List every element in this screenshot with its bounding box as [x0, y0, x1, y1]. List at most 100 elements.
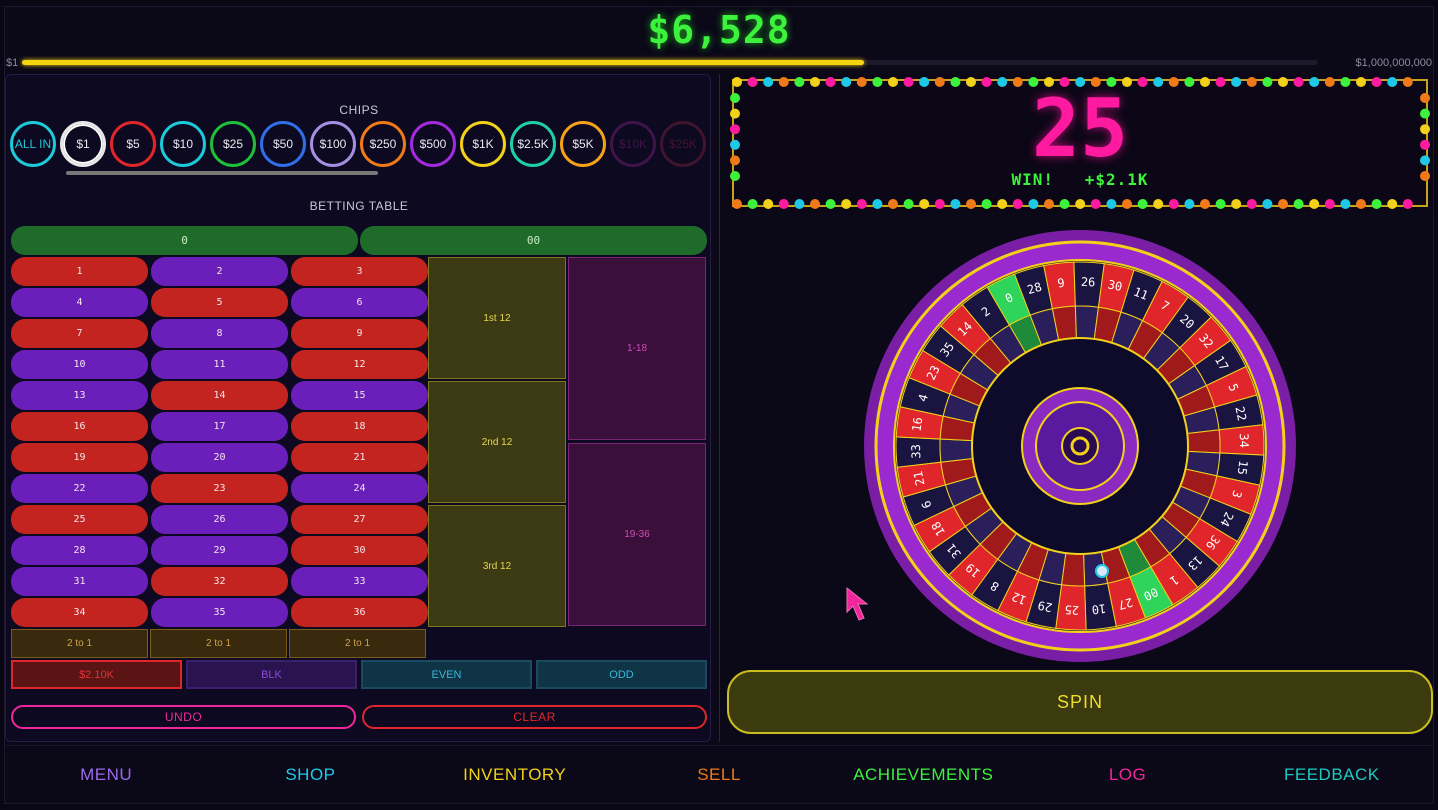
bet-number-36[interactable]: 36: [291, 598, 428, 627]
bet-column-3[interactable]: 2 to 1: [289, 629, 426, 658]
betting-table-title: BETTING TABLE: [309, 199, 409, 213]
pointer-cursor-icon: [846, 586, 869, 621]
clear-button[interactable]: CLEAR: [362, 705, 707, 729]
nav-inventory[interactable]: INVENTORY: [413, 746, 617, 804]
wheel-number-label: 22: [1232, 405, 1249, 422]
bet-number-25[interactable]: 25: [11, 505, 148, 534]
panel-divider: [719, 74, 720, 742]
wheel-number-label: 29: [1036, 598, 1053, 615]
bet-number-12[interactable]: 12: [291, 350, 428, 379]
bet-number-34[interactable]: 34: [11, 598, 148, 627]
bet-number-15[interactable]: 15: [291, 381, 428, 410]
marquee-bulb: [888, 199, 898, 209]
bet-2nd-12[interactable]: 2nd 12: [428, 381, 566, 503]
bet-19-36[interactable]: 19-36: [568, 443, 706, 626]
bet-number-29[interactable]: 29: [151, 536, 288, 565]
bet-number-22[interactable]: 22: [11, 474, 148, 503]
marquee-bulb: [1324, 199, 1335, 209]
zero-row: 0 00: [11, 226, 707, 255]
bet-number-14[interactable]: 14: [151, 381, 288, 410]
marquee-bulb: [1137, 199, 1148, 209]
bet-number-16[interactable]: 16: [11, 412, 148, 441]
bet-number-10[interactable]: 10: [11, 350, 148, 379]
chip-250[interactable]: $250: [360, 121, 406, 167]
bet-number-28[interactable]: 28: [11, 536, 148, 565]
bet-blk[interactable]: BLK: [186, 660, 357, 689]
wheel-inner-pocket: [1186, 429, 1221, 454]
nav-feedback[interactable]: FEEDBACK: [1230, 746, 1434, 804]
bet-number-5[interactable]: 5: [151, 288, 288, 317]
bet-number-27[interactable]: 27: [291, 505, 428, 534]
bet-number-1[interactable]: 1: [11, 257, 148, 286]
bet-column-1[interactable]: 2 to 1: [11, 629, 148, 658]
bet-number-8[interactable]: 8: [151, 319, 288, 348]
bet-double-zero[interactable]: 00: [360, 226, 707, 255]
bet-1st-12[interactable]: 1st 12: [428, 257, 566, 379]
marquee-bulb: [1044, 199, 1054, 209]
bet-number-35[interactable]: 35: [151, 598, 288, 627]
marquee-bulb: [1200, 199, 1210, 209]
chip-2-5k[interactable]: $2.5K: [510, 121, 556, 167]
bet-number-20[interactable]: 20: [151, 443, 288, 472]
bet-number-3[interactable]: 3: [291, 257, 428, 286]
undo-button[interactable]: UNDO: [11, 705, 356, 729]
bet-number-24[interactable]: 24: [291, 474, 428, 503]
bet-zero[interactable]: 0: [11, 226, 358, 255]
chip-5[interactable]: $5: [110, 121, 156, 167]
wheel-number-label: 10: [1091, 601, 1107, 617]
bet-number-13[interactable]: 13: [11, 381, 148, 410]
chip-all-in[interactable]: ALL IN: [10, 121, 56, 167]
marquee-bulb: [1106, 199, 1117, 209]
chip-10[interactable]: $10: [160, 121, 206, 167]
bet-number-31[interactable]: 31: [11, 567, 148, 596]
bottom-nav: MENU SHOP INVENTORY SELL ACHIEVEMENTS LOG FEED…: [4, 745, 1434, 804]
nav-sell[interactable]: SELL: [617, 746, 821, 804]
bet-number-4[interactable]: 4: [11, 288, 148, 317]
chip-25[interactable]: $25: [210, 121, 256, 167]
chip-1[interactable]: $1: [60, 121, 106, 167]
bet-odd[interactable]: ODD: [536, 660, 707, 689]
nav-menu[interactable]: MENU: [4, 746, 208, 804]
chip-1k[interactable]: $1K: [460, 121, 506, 167]
roulette-wheel: 028 9 26 30 11720321752234153243613100271025…: [864, 230, 1296, 662]
bet-3rd-12[interactable]: 3rd 12: [428, 505, 566, 627]
wheel-number-label: 26: [1081, 275, 1096, 290]
bet-even[interactable]: EVEN: [361, 660, 532, 689]
chip-500[interactable]: $500: [410, 121, 456, 167]
chip-10k[interactable]: $10K: [610, 121, 656, 167]
marquee-bulb: [1309, 199, 1320, 209]
wheel-inner-pocket: [939, 438, 974, 463]
bet-number-18[interactable]: 18: [291, 412, 428, 441]
bet-number-23[interactable]: 23: [151, 474, 288, 503]
bet-1-18[interactable]: 1-18: [568, 257, 706, 440]
bet-number-17[interactable]: 17: [151, 412, 288, 441]
chip-25k[interactable]: $25K: [660, 121, 706, 167]
number-grid: 1 2 3 4 5 6 7 8 9 10 11 12 13 14 15 16 17 18 19 20 21 22 23 24 2…: [11, 257, 429, 627]
bet-number-30[interactable]: 30: [291, 536, 428, 565]
marquee-bulb: [1075, 199, 1086, 209]
bet-number-6[interactable]: 6: [291, 288, 428, 317]
bet-number-32[interactable]: 32: [151, 567, 288, 596]
marquee-bulb: [903, 199, 914, 209]
bet--2-10k[interactable]: $2.10K: [11, 660, 182, 689]
bet-number-33[interactable]: 33: [291, 567, 428, 596]
nav-log[interactable]: LOG: [1025, 746, 1229, 804]
spin-button[interactable]: SPIN: [727, 670, 1433, 734]
bet-number-2[interactable]: 2: [151, 257, 288, 286]
bet-number-21[interactable]: 21: [291, 443, 428, 472]
bet-number-9[interactable]: 9: [291, 319, 428, 348]
marquee-bulb: [1246, 199, 1257, 209]
chip-50[interactable]: $50: [260, 121, 306, 167]
bet-column-2[interactable]: 2 to 1: [150, 629, 287, 658]
bet-number-19[interactable]: 19: [11, 443, 148, 472]
chip-5k[interactable]: $5K: [560, 121, 606, 167]
chip-100[interactable]: $100: [310, 121, 356, 167]
bet-number-11[interactable]: 11: [151, 350, 288, 379]
nav-achievements[interactable]: ACHIEVEMENTS: [821, 746, 1025, 804]
bet-number-7[interactable]: 7: [11, 319, 148, 348]
bet-number-26[interactable]: 26: [151, 505, 288, 534]
chip-scrollbar[interactable]: [66, 171, 378, 175]
marquee-bulb: [950, 199, 961, 209]
marquee-bulb: [1168, 199, 1179, 209]
nav-shop[interactable]: SHOP: [208, 746, 412, 804]
